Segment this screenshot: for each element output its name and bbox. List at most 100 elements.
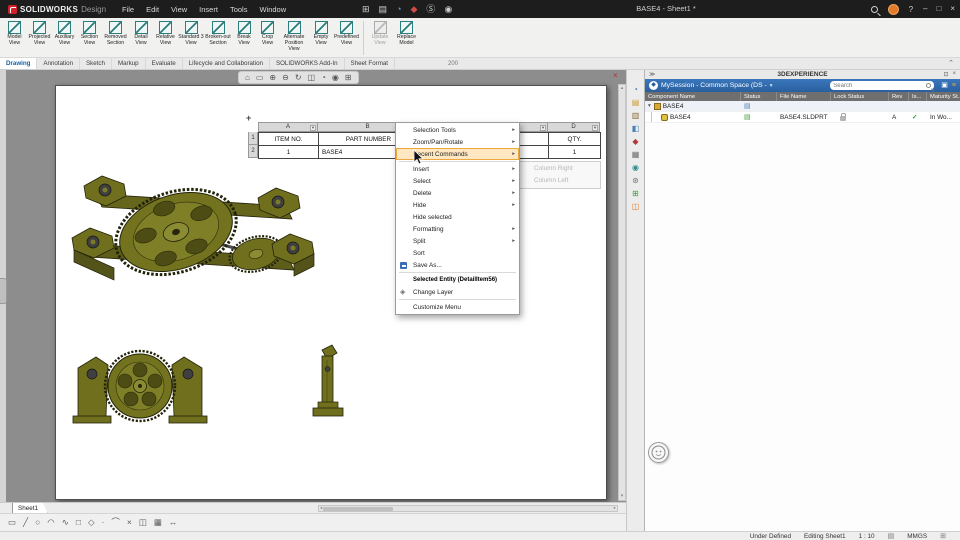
apps-icon[interactable]: ⊞: [362, 5, 370, 14]
point-tool-icon[interactable]: ·: [102, 518, 105, 527]
polygon-tool-icon[interactable]: ◇: [88, 518, 95, 527]
drawing-view-isometric[interactable]: [72, 175, 314, 289]
menu-item-selection-tools[interactable]: Selection Tools▸: [396, 124, 519, 136]
settings-tab-icon[interactable]: ◫: [632, 203, 640, 211]
ribbon-button-auxiliary-view[interactable]: Auxiliary View: [52, 20, 77, 48]
notifications-icon[interactable]: ◉: [444, 5, 452, 14]
3dcompass-icon[interactable]: ◆: [649, 81, 658, 90]
ribbon-button-empty-view[interactable]: Empty View: [309, 20, 333, 48]
display-style-icon[interactable]: ◔: [321, 74, 326, 82]
ribbon-button-projected-view[interactable]: Projected View: [27, 20, 52, 48]
ribbon-button-replace-model[interactable]: Replace Model: [393, 20, 420, 48]
ribbon-button-detail-view[interactable]: Detail View: [129, 20, 153, 48]
close-document-icon[interactable]: ×: [613, 71, 618, 80]
ribbon-button-standard-3-view[interactable]: Standard 3 View: [178, 20, 204, 48]
scroll-right-icon[interactable]: ▸: [614, 506, 616, 511]
minimize-button[interactable]: –: [923, 5, 927, 13]
ribbon-button-relative-view[interactable]: Relative View: [153, 20, 178, 48]
forum-icon[interactable]: ◉: [632, 164, 639, 172]
bom-cell[interactable]: ITEM NO.: [259, 133, 319, 146]
drawing-view-side[interactable]: [313, 345, 343, 416]
zoom-in-icon[interactable]: ⊕: [269, 74, 276, 82]
appearances-icon[interactable]: ◆: [632, 138, 638, 146]
ribbon-button-removed-section[interactable]: Removed Section: [102, 20, 129, 48]
ribbon-button-alternate-position-view[interactable]: Alternate Position View: [279, 20, 309, 54]
view-settings-icon[interactable]: ⊞: [345, 74, 352, 82]
menu-item-delete[interactable]: Delete▸: [396, 187, 519, 199]
column-header-is[interactable]: Is...: [909, 92, 927, 101]
column-header-maturity-st[interactable]: Maturity St...: [927, 92, 960, 101]
ribbon-button-section-view[interactable]: Section View: [77, 20, 102, 48]
menu-item-zoom-pan-rotate[interactable]: Zoom/Pan/Rotate▸: [396, 136, 519, 148]
bom-row-header[interactable]: 2: [248, 145, 258, 158]
expand-toggle-icon[interactable]: ▾: [648, 103, 651, 109]
ribbon-button-update-view[interactable]: Update View: [367, 20, 393, 48]
compass-icon[interactable]: ◔: [396, 5, 401, 14]
ribbon-button-broken-out-section[interactable]: Broken-out Section: [204, 20, 232, 48]
table-move-handle[interactable]: +: [246, 113, 251, 123]
design-library-icon[interactable]: ▤: [632, 99, 640, 107]
maximize-button[interactable]: □: [936, 5, 941, 13]
rectangle-tool-icon[interactable]: □: [76, 518, 81, 527]
pattern-tool-icon[interactable]: ▦: [154, 518, 162, 527]
tab-lifecycle-and-collaboration[interactable]: Lifecycle and Collaboration: [183, 58, 270, 69]
search-magnifier-icon[interactable]: [926, 83, 931, 88]
section-view-icon[interactable]: ◫: [308, 74, 316, 82]
horizontal-scrollbar[interactable]: ◂ ▸: [318, 505, 618, 512]
close-button[interactable]: ×: [950, 5, 955, 13]
line-tool-icon[interactable]: ╱: [23, 518, 28, 527]
view-palette-icon[interactable]: ◧: [632, 125, 640, 133]
dimension-tool-icon[interactable]: ↔: [169, 518, 178, 527]
ribbon-button-model-view[interactable]: Model View: [2, 20, 27, 48]
custom-properties-icon[interactable]: ▦: [632, 151, 640, 159]
zoom-out-icon[interactable]: ⊖: [282, 74, 289, 82]
circle-tool-icon[interactable]: ○: [35, 518, 40, 527]
menu-item-sort[interactable]: Sort: [396, 247, 519, 259]
menu-file[interactable]: File: [122, 5, 134, 14]
mirror-tool-icon[interactable]: ◫: [139, 518, 147, 527]
zoom-fit-icon[interactable]: ⌂: [245, 74, 250, 82]
alert-icon[interactable]: ◆: [411, 5, 418, 14]
3dexperience-tab-icon[interactable]: ◔: [633, 86, 638, 94]
menu-edit[interactable]: Edit: [146, 5, 159, 14]
assistant-button[interactable]: [648, 442, 669, 463]
tab-sketch[interactable]: Sketch: [80, 58, 112, 69]
menu-item-hide[interactable]: Hide▸: [396, 199, 519, 211]
tab-markup[interactable]: Markup: [112, 58, 146, 69]
ribbon-button-break-view[interactable]: Break View: [232, 20, 256, 48]
scroll-down-icon[interactable]: ▾: [621, 493, 624, 500]
menu-insert[interactable]: Insert: [199, 5, 218, 14]
component-row[interactable]: BASE4▤BASE4.SLDPRTA✓In Wo...: [645, 112, 960, 123]
document-icon[interactable]: ▤: [379, 5, 388, 14]
menu-item-select[interactable]: Select▸: [396, 175, 519, 187]
search-input[interactable]: [833, 83, 924, 89]
file-explorer-icon[interactable]: ▥: [632, 112, 640, 120]
tab-drawing[interactable]: Drawing: [0, 58, 37, 69]
dock-panel-icon[interactable]: ⊡: [943, 71, 948, 78]
menu-item-change-layer[interactable]: ◈Change Layer: [396, 286, 519, 298]
column-header-lock-status[interactable]: Lock Status: [831, 92, 889, 101]
column-header-rev[interactable]: Rev: [889, 92, 909, 101]
tag-icon[interactable]: ▣: [941, 82, 948, 89]
column-dropdown-icon[interactable]: ▾: [310, 125, 316, 131]
menu-view[interactable]: View: [171, 5, 187, 14]
column-dropdown-icon[interactable]: ▾: [540, 125, 546, 131]
chevron-down-icon[interactable]: ▾: [770, 83, 773, 89]
menu-window[interactable]: Window: [259, 5, 286, 14]
status-options-icon[interactable]: ⊞: [940, 533, 946, 540]
tab-solidworks-add-in[interactable]: SOLIDWORKS Add-In: [270, 58, 345, 69]
menu-item-hide-selected[interactable]: Hide selected: [396, 211, 519, 223]
drawing-view-front[interactable]: [73, 351, 207, 423]
bom-cell[interactable]: QTY.: [549, 133, 601, 146]
hide-show-icon[interactable]: ◉: [332, 74, 339, 82]
feature-tree-flyout-handle[interactable]: [0, 278, 7, 304]
help-tab-icon[interactable]: ⊞: [632, 190, 639, 198]
tab-annotation[interactable]: Annotation: [37, 58, 80, 69]
menu-item-save-as[interactable]: Save As...: [396, 259, 519, 271]
column-dropdown-icon[interactable]: ▾: [592, 125, 598, 131]
scrollbar-thumb[interactable]: [323, 507, 393, 511]
scroll-left-icon[interactable]: ◂: [320, 506, 322, 511]
user-avatar[interactable]: [888, 4, 899, 15]
rotate-view-icon[interactable]: ↻: [295, 74, 302, 82]
tools-icon[interactable]: ⊛: [632, 177, 639, 185]
